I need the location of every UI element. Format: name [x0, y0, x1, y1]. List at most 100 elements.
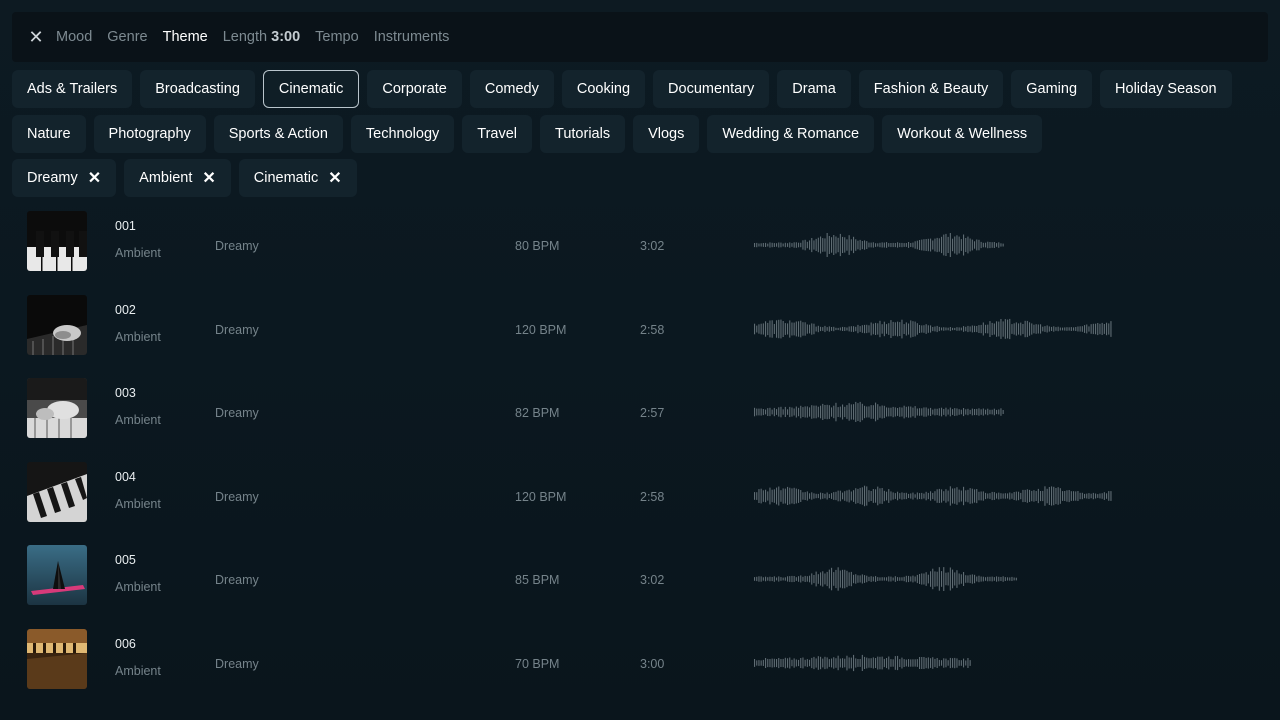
waveform-bar — [848, 403, 850, 421]
track-number: 001 — [115, 219, 136, 233]
theme-chip-documentary[interactable]: Documentary — [653, 70, 770, 108]
waveform-bar — [859, 401, 861, 423]
waveform-bar — [960, 239, 962, 251]
waveform-bar — [778, 407, 780, 417]
waveform-bar — [815, 493, 817, 498]
track-genre: Ambient — [115, 496, 161, 511]
waveform-bar — [903, 492, 905, 499]
waveform[interactable] — [754, 399, 1006, 425]
theme-chip-gaming[interactable]: Gaming — [1011, 70, 1093, 108]
waveform-bar — [912, 575, 914, 583]
theme-chip-drama[interactable]: Drama — [777, 70, 851, 108]
waveform-bar — [815, 405, 817, 419]
waveform-bar — [776, 487, 778, 504]
track-artwork[interactable] — [27, 294, 87, 355]
tab-instruments[interactable]: Instruments — [374, 29, 450, 45]
chip-label: Workout & Wellness — [897, 126, 1028, 142]
table-row[interactable]: 001 Ambient Dreamy 80 BPM 3:02 — [0, 204, 1280, 288]
tab-mood[interactable]: Mood — [56, 29, 92, 45]
waveform[interactable] — [754, 483, 1114, 509]
track-artwork[interactable] — [27, 628, 87, 689]
waveform-bar — [1011, 492, 1013, 499]
track-artwork[interactable] — [27, 461, 87, 522]
waveform-bar — [800, 242, 802, 248]
waveform-bar — [1108, 490, 1110, 501]
waveform-bar — [985, 409, 987, 415]
waveform-bar — [762, 243, 764, 247]
theme-chip-tutorials[interactable]: Tutorials — [540, 115, 626, 153]
waveform-bar — [870, 405, 872, 419]
waveform-bar — [892, 321, 894, 336]
theme-chip-technology[interactable]: Technology — [350, 115, 455, 153]
theme-chip-workout-wellness[interactable]: Workout & Wellness — [882, 115, 1043, 153]
theme-chip-nature[interactable]: Nature — [12, 115, 86, 153]
table-row[interactable]: 003 Ambient Dreamy 82 BPM 2:57 — [0, 371, 1280, 455]
remove-filter-icon[interactable]: ✕ — [328, 168, 341, 188]
tab-genre[interactable]: Genre — [107, 29, 147, 45]
waveform-bar — [971, 574, 973, 584]
waveform-bar — [1103, 323, 1105, 334]
waveform-bar — [945, 572, 947, 586]
active-filter-ambient[interactable]: Ambient ✕ — [124, 159, 231, 197]
waveform-bar — [765, 576, 767, 582]
theme-chip-holiday-season[interactable]: Holiday Season — [1100, 70, 1232, 108]
remove-filter-icon[interactable]: ✕ — [88, 168, 101, 188]
waveform-bar — [927, 238, 929, 252]
waveform-bar — [934, 658, 936, 667]
theme-chip-cinematic[interactable]: Cinematic — [262, 70, 360, 108]
remove-filter-icon[interactable]: ✕ — [202, 168, 215, 188]
theme-chip-sports-action[interactable]: Sports & Action — [213, 115, 343, 153]
waveform[interactable] — [754, 232, 1006, 258]
theme-chip-comedy[interactable]: Comedy — [469, 70, 554, 108]
theme-chip-vlogs[interactable]: Vlogs — [633, 115, 700, 153]
waveform-bar — [795, 242, 797, 248]
waveform-bar — [1026, 320, 1028, 337]
waveform-bar — [890, 407, 892, 417]
waveform[interactable] — [754, 650, 974, 676]
track-artwork[interactable] — [27, 378, 87, 438]
track-artwork[interactable] — [27, 545, 87, 605]
waveform-bar — [965, 489, 967, 502]
close-icon[interactable]: ✕ — [26, 27, 46, 47]
waveform-bar — [1044, 325, 1046, 332]
table-row[interactable]: 002 Ambient Dreamy 120 BPM 2:58 — [0, 288, 1280, 372]
theme-chip-travel[interactable]: Travel — [462, 115, 533, 153]
theme-chip-broadcasting[interactable]: Broadcasting — [140, 70, 255, 108]
active-filter-cinematic[interactable]: Cinematic ✕ — [238, 159, 357, 197]
track-artwork[interactable] — [27, 211, 87, 271]
waveform-bar — [789, 242, 791, 248]
tab-tempo[interactable]: Tempo — [315, 29, 359, 45]
theme-chip-ads-trailers[interactable]: Ads & Trailers — [12, 70, 133, 108]
theme-chip-corporate[interactable]: Corporate — [367, 70, 462, 108]
active-filter-dreamy[interactable]: Dreamy ✕ — [12, 159, 117, 197]
waveform-bar — [789, 576, 791, 582]
waveform[interactable] — [754, 316, 1114, 342]
waveform-bar — [978, 324, 980, 333]
waveform-bar — [967, 236, 969, 254]
theme-chip-cooking[interactable]: Cooking — [561, 70, 646, 108]
waveform-bar — [1033, 324, 1035, 333]
track-length: 2:58 — [640, 489, 665, 504]
waveform-bar — [938, 488, 940, 503]
theme-chip-photography[interactable]: Photography — [93, 115, 206, 153]
theme-chip-wedding-romance[interactable]: Wedding & Romance — [707, 115, 875, 153]
table-row[interactable]: 004 Ambient Dreamy 120 BPM 2:58 — [0, 455, 1280, 539]
waveform-bar — [809, 659, 811, 666]
waveform-bar — [908, 323, 910, 335]
tab-theme[interactable]: Theme — [163, 29, 208, 45]
waveform-bar — [897, 408, 899, 416]
waveform-bar — [809, 575, 811, 583]
tab-length[interactable]: Length 3:00 — [223, 29, 300, 45]
table-row[interactable]: 005 Ambient Dreamy 85 BPM 3:02 — [0, 538, 1280, 622]
waveform-bar — [1000, 318, 1002, 339]
waveform-bar — [974, 409, 976, 416]
waveform-bar — [941, 407, 943, 417]
waveform-bar — [857, 488, 859, 503]
theme-chip-fashion-beauty[interactable]: Fashion & Beauty — [858, 70, 1004, 108]
waveform-bar — [857, 575, 859, 583]
waveform-bar — [806, 658, 808, 667]
waveform-bar — [789, 406, 791, 418]
waveform-bar — [861, 241, 863, 250]
table-row[interactable]: 006 Ambient Dreamy 70 BPM 3:00 — [0, 622, 1280, 706]
waveform[interactable] — [754, 566, 1020, 592]
